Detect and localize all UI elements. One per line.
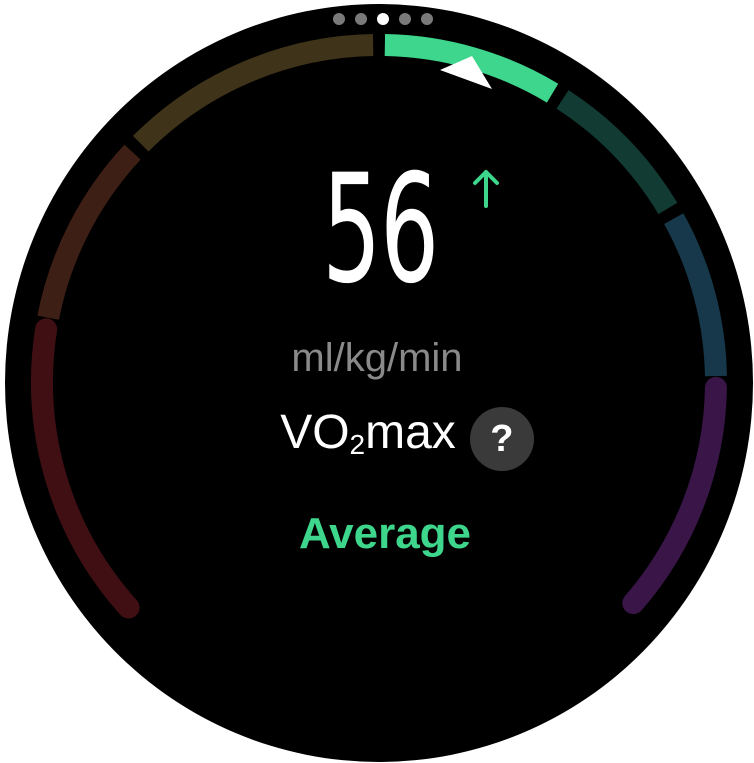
metric-name-suffix: max (365, 406, 456, 459)
page-dot-5[interactable] (421, 13, 433, 25)
page-indicator (333, 13, 433, 25)
page-dot-4[interactable] (399, 13, 411, 25)
question-mark-icon: ? (490, 417, 514, 460)
arrow-up-icon (473, 170, 499, 208)
gauge-segment-fair (132, 34, 374, 152)
vo2max-gauge (31, 34, 727, 619)
page-dot-1[interactable] (333, 13, 345, 25)
page-dot-3[interactable] (377, 13, 389, 25)
help-button[interactable]: ? (469, 407, 534, 471)
gauge-segment-poor (37, 144, 141, 320)
unit-label: ml/kg/min (291, 336, 463, 380)
vo2max-value: 56 (322, 143, 439, 317)
page-dot-2[interactable] (355, 13, 367, 25)
metric-name: VO2max (280, 404, 456, 474)
metric-name-row: VO2max ? (0, 406, 754, 471)
metric-name-prefix: VO (280, 406, 350, 459)
metric-name-subscript: 2 (349, 429, 366, 460)
fitness-rating: Average (298, 509, 472, 558)
